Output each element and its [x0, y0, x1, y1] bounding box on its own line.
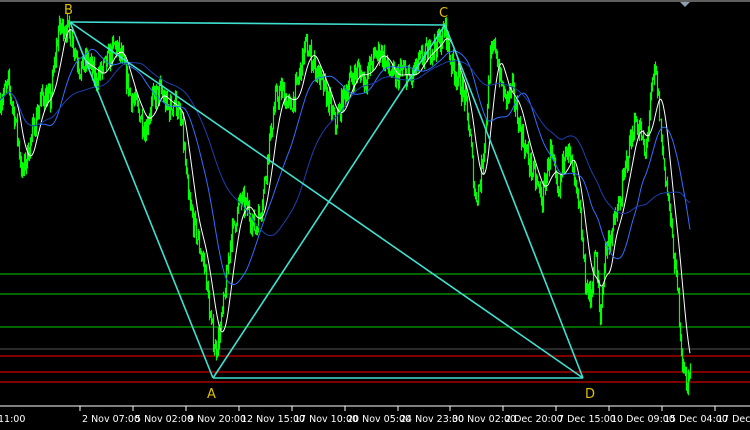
- harmonic-pattern: B A C D: [64, 3, 595, 402]
- pattern-point-label: B: [64, 3, 73, 18]
- moving-average-line: [0, 29, 691, 354]
- moving-averages: [0, 29, 691, 354]
- pattern-line[interactable]: [69, 21, 446, 26]
- time-axis: 11:00 2 Nov 07:005 Nov 02:009 Nov 20:0012…: [0, 405, 750, 425]
- axis-tick-label: 11:00: [0, 414, 25, 425]
- chart-canvas[interactable]: B A C D 11:00 2 Nov 07:005 Nov 02:009 Nov 20…: [0, 0, 750, 430]
- axis-tick-label: 5 Nov 02:00: [135, 414, 193, 425]
- price-series: [0, 12, 692, 396]
- axis-tick-label: 9 Nov 20:00: [188, 414, 246, 425]
- pattern-point-label: A: [207, 387, 216, 402]
- pattern-point-label: C: [439, 6, 448, 21]
- chart-shift-marker-icon[interactable]: [680, 2, 690, 7]
- axis-tick-label: 2 Nov 07:00: [82, 414, 140, 425]
- horizontal-levels: [0, 273, 750, 383]
- axis-tick-label: 7 Dec 15:00: [558, 414, 616, 425]
- pattern-point-label: D: [585, 387, 595, 402]
- axis-tick-label: 17 Dec 22:00: [717, 414, 750, 425]
- axis-tick-label: 2 Dec 20:00: [505, 414, 563, 425]
- trading-chart[interactable]: B A C D 11:00 2 Nov 07:00 5 Nov 02:00 9 Nov 20…: [0, 0, 750, 430]
